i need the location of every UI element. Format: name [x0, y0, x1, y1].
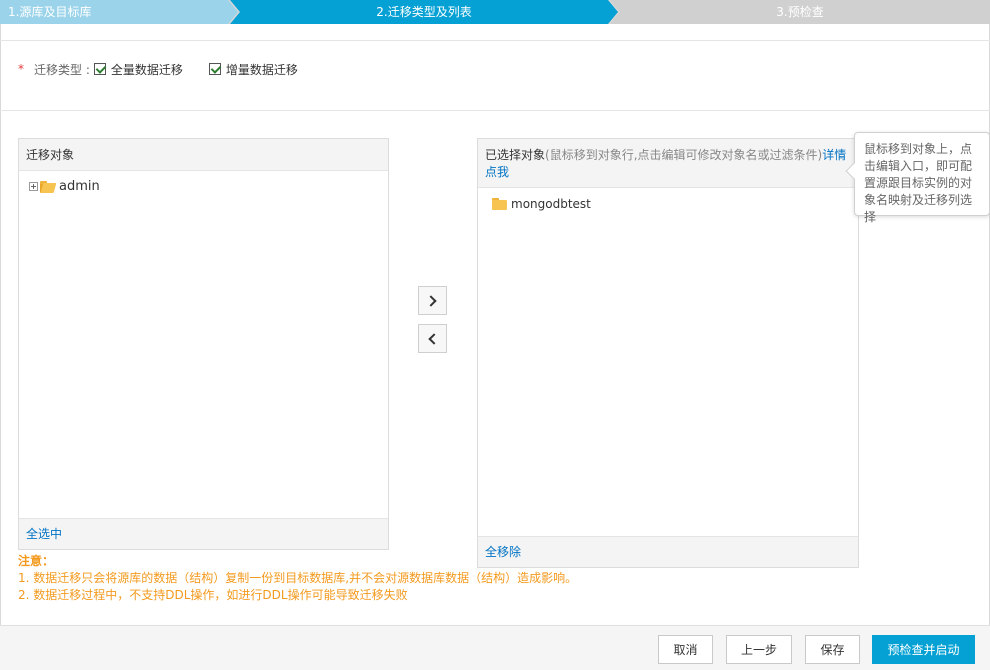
panel-title: 已选择对象(鼠标移到对象行,点击编辑可修改对象名或过滤条件)详情点我 — [478, 139, 858, 188]
selected-item-label: mongodbtest — [511, 197, 591, 211]
notes-title: 注意： — [18, 554, 55, 568]
save-button[interactable]: 保存 — [805, 635, 860, 664]
panel-title: 迁移对象 — [19, 139, 388, 171]
migration-type-label: 迁移类型 : — [34, 62, 90, 77]
selected-hint: (鼠标移到对象行,点击编辑可修改对象名或过滤条件) — [545, 148, 823, 162]
tree-item-label: admin — [59, 179, 100, 194]
selected-item-mongodbtest[interactable]: mongodbtest — [492, 197, 591, 211]
precheck-start-button[interactable]: 预检查并启动 — [872, 635, 975, 664]
expand-icon[interactable] — [29, 182, 38, 191]
migration-objects-panel: 迁移对象 admin 全选中 — [18, 138, 389, 550]
step-migration-type: 2.迁移类型及列表 — [230, 0, 618, 24]
folder-open-icon — [40, 180, 57, 193]
folder-icon — [492, 198, 508, 210]
cancel-button[interactable]: 取消 — [658, 635, 713, 664]
checkbox-checked-icon[interactable] — [93, 63, 106, 75]
remove-selected-button[interactable] — [418, 324, 447, 353]
required-mark: * — [18, 62, 24, 76]
full-migration-label: 全量数据迁移 — [110, 62, 183, 77]
note-line: 1. 数据迁移只会将源库的数据（结构）复制一份到目标数据库,并不会对源数据库数据… — [18, 571, 578, 585]
step-precheck: 3.预检查 — [610, 0, 990, 24]
divider — [0, 40, 990, 41]
note-line: 2. 数据迁移过程中，不支持DDL操作，如进行DDL操作可能导致迁移失败 — [18, 588, 408, 602]
add-selected-button[interactable] — [418, 286, 447, 315]
step-bar: 1.源库及目标库 2.迁移类型及列表 3.预检查 — [0, 0, 990, 24]
help-tooltip: 鼠标移到对象上，点击编辑入口，即可配置源跟目标实例的对象名映射及迁移列选择 — [845, 132, 990, 224]
notes: 注意： 1. 数据迁移只会将源库的数据（结构）复制一份到目标数据库,并不会对源数… — [18, 553, 577, 604]
step-source-target: 1.源库及目标库 — [0, 0, 238, 24]
divider — [0, 110, 990, 111]
chevron-right-icon — [425, 294, 437, 307]
selected-objects-panel: 已选择对象(鼠标移到对象行,点击编辑可修改对象名或过滤条件)详情点我 mongo… — [477, 138, 859, 568]
tooltip-text: 鼠标移到对象上，点击编辑入口，即可配置源跟目标实例的对象名映射及迁移列选择 — [864, 142, 973, 224]
full-migration-checkbox[interactable]: 全量数据迁移 — [93, 61, 183, 78]
select-all-link[interactable]: 全选中 — [19, 518, 388, 549]
tree-item-admin[interactable]: admin — [29, 179, 100, 194]
prev-step-button[interactable]: 上一步 — [726, 635, 792, 664]
migration-type-row: * 迁移类型 : 全量数据迁移 增量数据迁移 — [18, 61, 324, 77]
selected-title: 已选择对象 — [485, 148, 546, 162]
incremental-migration-checkbox[interactable]: 增量数据迁移 — [208, 61, 298, 78]
incremental-migration-label: 增量数据迁移 — [225, 62, 298, 77]
chevron-left-icon — [428, 332, 440, 345]
checkbox-checked-icon[interactable] — [208, 63, 221, 75]
